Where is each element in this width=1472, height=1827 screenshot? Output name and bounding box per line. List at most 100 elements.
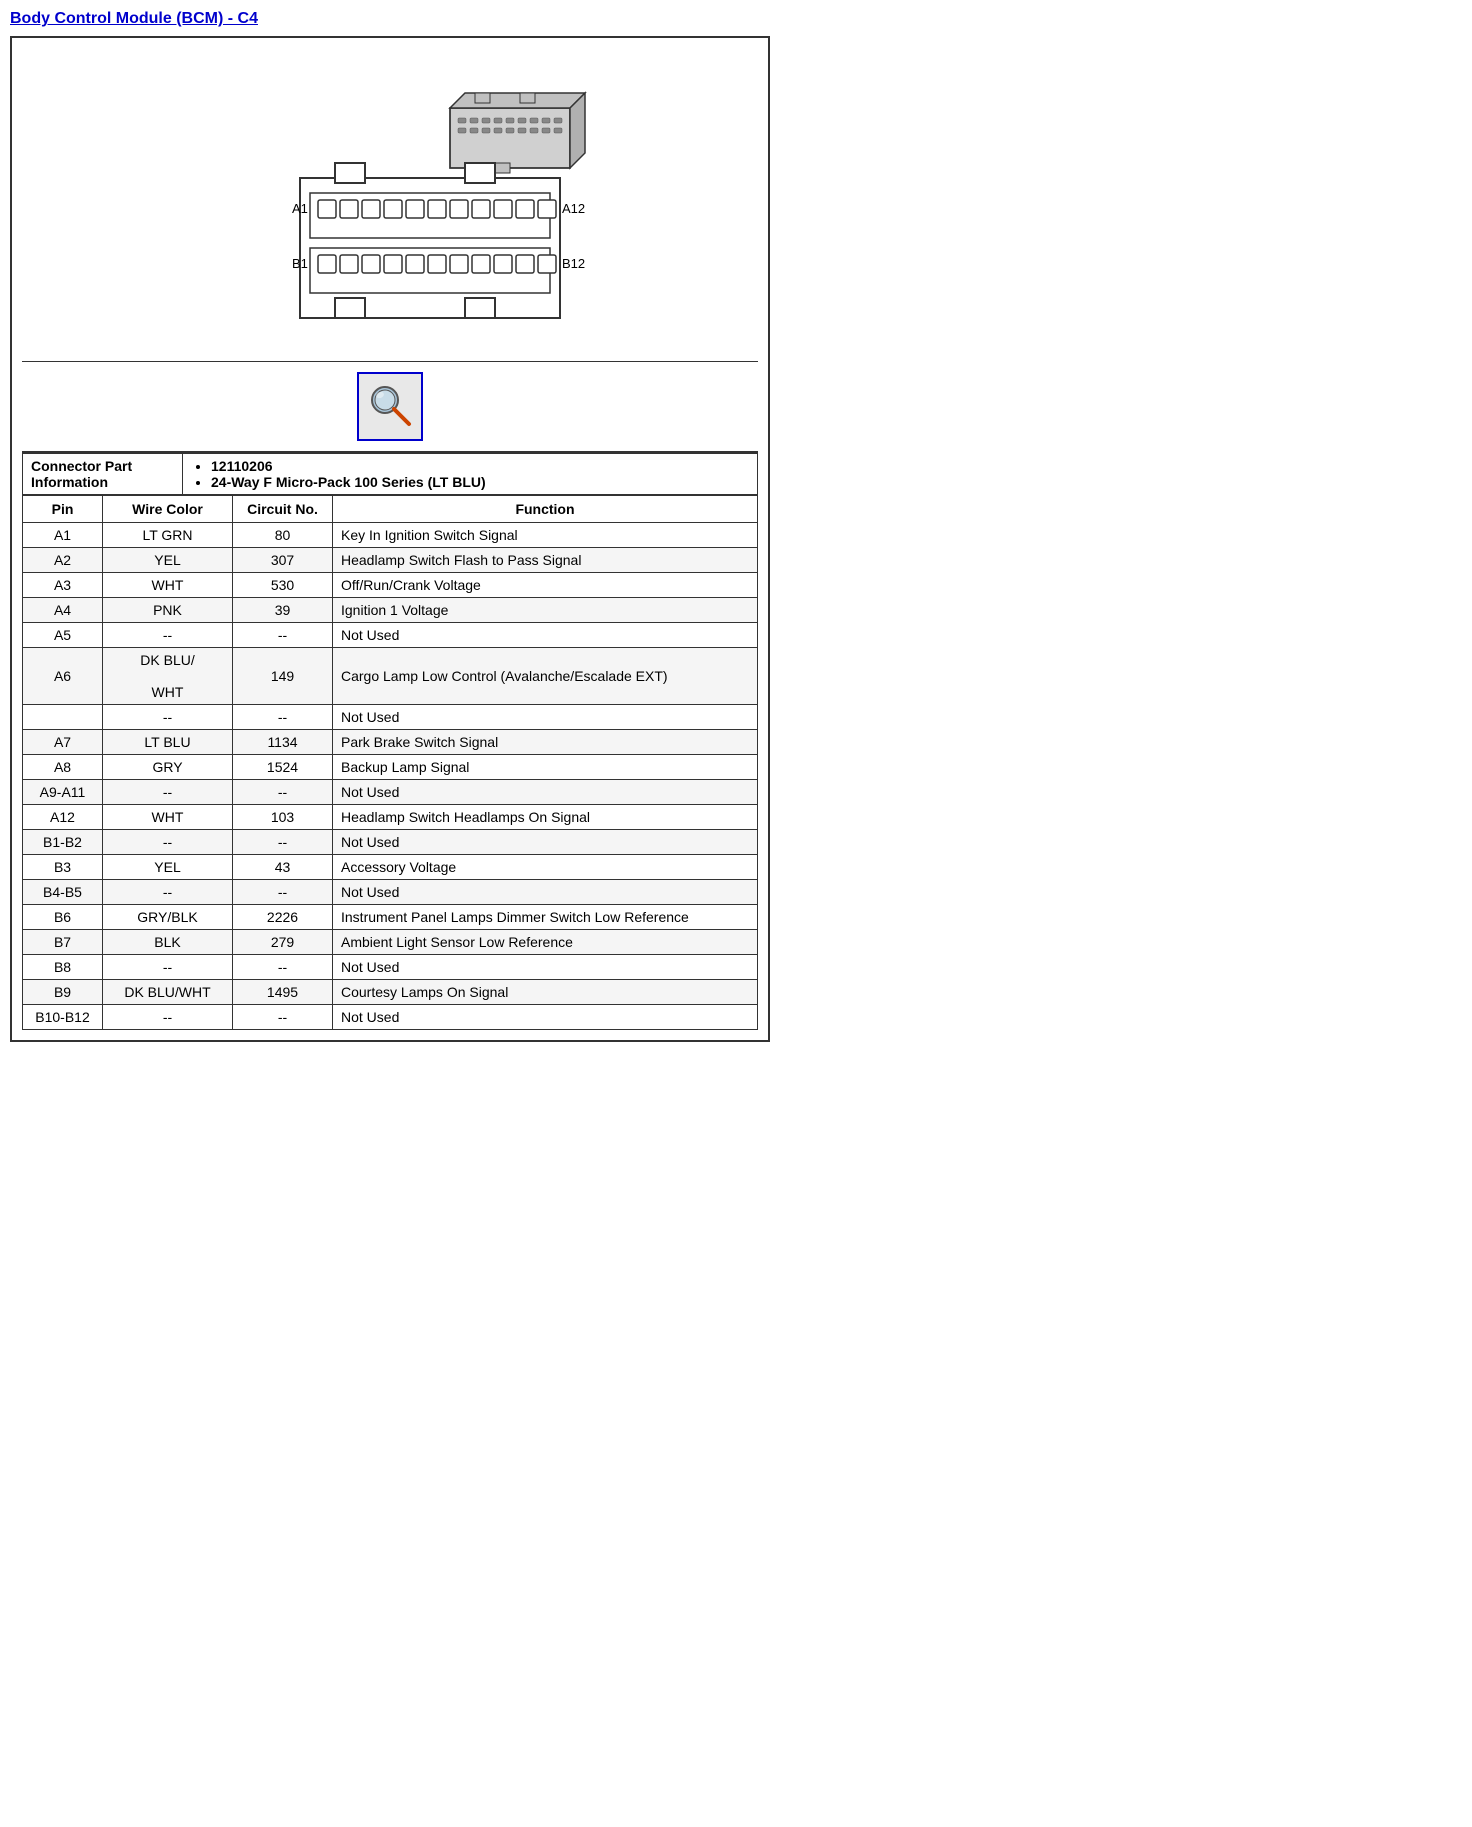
cell-circuit-no: 1134	[233, 730, 333, 755]
cell-pin: A12	[23, 805, 103, 830]
cell-circuit-no: --	[233, 705, 333, 730]
cell-wire-color: DK BLU/WHT	[103, 648, 233, 705]
cell-wire-color: --	[103, 705, 233, 730]
cell-wire-color: WHT	[103, 573, 233, 598]
cell-pin: B3	[23, 855, 103, 880]
cell-wire-color: PNK	[103, 598, 233, 623]
table-row: A2 YEL 307 Headlamp Switch Flash to Pass…	[23, 548, 758, 573]
cell-function: Not Used	[333, 623, 758, 648]
connector-svg: A1 A12 B1 B12	[180, 68, 600, 348]
svg-text:A12: A12	[562, 201, 585, 216]
cell-pin: B6	[23, 905, 103, 930]
cell-pin: B9	[23, 980, 103, 1005]
cell-pin: A6	[23, 648, 103, 705]
cell-wire-color: --	[103, 880, 233, 905]
cell-circuit-no: 530	[233, 573, 333, 598]
cell-wire-color: GRY	[103, 755, 233, 780]
table-row: -- -- Not Used	[23, 705, 758, 730]
cell-pin: B10-B12	[23, 1005, 103, 1030]
cell-function: Headlamp Switch Headlamps On Signal	[333, 805, 758, 830]
cell-pin	[23, 705, 103, 730]
cell-wire-color: WHT	[103, 805, 233, 830]
table-row: A3 WHT 530 Off/Run/Crank Voltage	[23, 573, 758, 598]
cell-function: Instrument Panel Lamps Dimmer Switch Low…	[333, 905, 758, 930]
cell-wire-color: YEL	[103, 548, 233, 573]
cell-function: Key In Ignition Switch Signal	[333, 523, 758, 548]
cell-pin: A1	[23, 523, 103, 548]
connector-part-number: 12110206	[211, 458, 749, 474]
cell-pin: A8	[23, 755, 103, 780]
diagram-area: A1 A12 B1 B12	[22, 48, 758, 362]
cell-wire-color: --	[103, 955, 233, 980]
table-row: B10-B12 -- -- Not Used	[23, 1005, 758, 1030]
table-row: A7 LT BLU 1134 Park Brake Switch Signal	[23, 730, 758, 755]
table-row: B7 BLK 279 Ambient Light Sensor Low Refe…	[23, 930, 758, 955]
cell-circuit-no: 2226	[233, 905, 333, 930]
cell-circuit-no: --	[233, 830, 333, 855]
connector-info-label: Connector Part Information	[23, 454, 183, 495]
cell-pin: B1-B2	[23, 830, 103, 855]
cell-circuit-no: 1524	[233, 755, 333, 780]
cell-circuit-no: --	[233, 1005, 333, 1030]
cell-function: Not Used	[333, 955, 758, 980]
table-row: B9 DK BLU/WHT 1495 Courtesy Lamps On Sig…	[23, 980, 758, 1005]
cell-pin: A7	[23, 730, 103, 755]
cell-function: Courtesy Lamps On Signal	[333, 980, 758, 1005]
cell-function: Ignition 1 Voltage	[333, 598, 758, 623]
magnifier-area	[22, 362, 758, 453]
info-table: Connector Part Information 12110206 24-W…	[22, 453, 758, 495]
cell-circuit-no: 103	[233, 805, 333, 830]
connector-description: 24-Way F Micro-Pack 100 Series (LT BLU)	[211, 474, 749, 490]
cell-circuit-no: 80	[233, 523, 333, 548]
cell-pin: B8	[23, 955, 103, 980]
cell-pin: B4-B5	[23, 880, 103, 905]
cell-circuit-no: --	[233, 955, 333, 980]
cell-function: Ambient Light Sensor Low Reference	[333, 930, 758, 955]
cell-circuit-no: 307	[233, 548, 333, 573]
table-row: A6 DK BLU/WHT 149 Cargo Lamp Low Control…	[23, 648, 758, 705]
table-row: A9-A11 -- -- Not Used	[23, 780, 758, 805]
cell-pin: A2	[23, 548, 103, 573]
cell-wire-color: --	[103, 1005, 233, 1030]
cell-function: Not Used	[333, 705, 758, 730]
connector-detail: 12110206 24-Way F Micro-Pack 100 Series …	[183, 454, 758, 495]
cell-wire-color: --	[103, 780, 233, 805]
cell-function: Off/Run/Crank Voltage	[333, 573, 758, 598]
table-row: A5 -- -- Not Used	[23, 623, 758, 648]
page-title: Body Control Module (BCM) - C4	[10, 10, 770, 28]
table-row: A12 WHT 103 Headlamp Switch Headlamps On…	[23, 805, 758, 830]
cell-pin: A4	[23, 598, 103, 623]
cell-circuit-no: 39	[233, 598, 333, 623]
cell-pin: A5	[23, 623, 103, 648]
cell-wire-color: BLK	[103, 930, 233, 955]
cell-wire-color: GRY/BLK	[103, 905, 233, 930]
cell-function: Not Used	[333, 1005, 758, 1030]
cell-function: Backup Lamp Signal	[333, 755, 758, 780]
magnifier-box[interactable]	[357, 372, 423, 441]
table-row: B1-B2 -- -- Not Used	[23, 830, 758, 855]
table-row: A1 LT GRN 80 Key In Ignition Switch Sign…	[23, 523, 758, 548]
table-row: B3 YEL 43 Accessory Voltage	[23, 855, 758, 880]
table-row: A8 GRY 1524 Backup Lamp Signal	[23, 755, 758, 780]
cell-function: Not Used	[333, 780, 758, 805]
pin-table: Pin Wire Color Circuit No. Function A1 L…	[22, 495, 758, 1030]
header-circuit-no: Circuit No.	[233, 496, 333, 523]
cell-circuit-no: --	[233, 780, 333, 805]
cell-pin: A9-A11	[23, 780, 103, 805]
cell-function: Cargo Lamp Low Control (Avalanche/Escala…	[333, 648, 758, 705]
cell-circuit-no: 279	[233, 930, 333, 955]
header-pin: Pin	[23, 496, 103, 523]
table-row: B4-B5 -- -- Not Used	[23, 880, 758, 905]
cell-wire-color: DK BLU/WHT	[103, 980, 233, 1005]
header-function: Function	[333, 496, 758, 523]
cell-wire-color: LT BLU	[103, 730, 233, 755]
cell-circuit-no: 1495	[233, 980, 333, 1005]
cell-circuit-no: --	[233, 880, 333, 905]
svg-text:A1: A1	[292, 201, 308, 216]
cell-function: Not Used	[333, 880, 758, 905]
cell-function: Accessory Voltage	[333, 855, 758, 880]
cell-circuit-no: 43	[233, 855, 333, 880]
svg-text:B12: B12	[562, 256, 585, 271]
svg-text:B1: B1	[292, 256, 308, 271]
cell-wire-color: LT GRN	[103, 523, 233, 548]
